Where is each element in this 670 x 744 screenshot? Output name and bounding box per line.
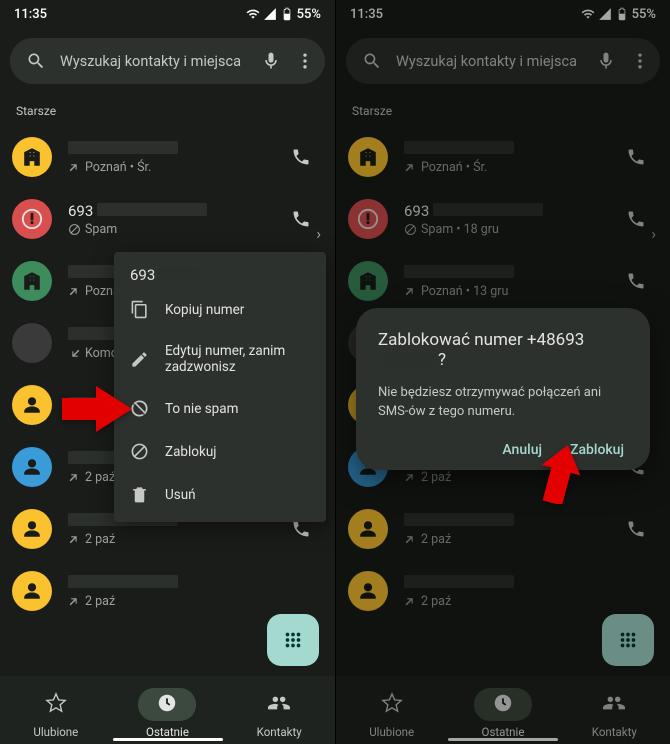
avatar[interactable] <box>12 447 52 487</box>
avatar[interactable] <box>12 571 52 611</box>
menu-item-notspam[interactable]: To nie spam <box>114 387 326 430</box>
caller-name <box>68 574 283 592</box>
phone-screen-left: 11:35 55% Wyszukaj kontakty i miejsca St… <box>0 0 335 744</box>
menu-item-edit[interactable]: Edytuj numer, zanim zadzwonisz <box>114 331 326 387</box>
outgoing-icon <box>68 595 81 608</box>
avatar[interactable] <box>12 323 52 363</box>
outgoing-icon <box>68 533 81 546</box>
avatar-icon <box>21 456 43 478</box>
call-row[interactable]: 2 paź <box>0 560 335 622</box>
avatar-icon <box>21 270 43 292</box>
outgoing-icon <box>68 161 81 174</box>
call-row[interactable]: 693 Spam› <box>0 188 335 250</box>
call-button[interactable]: › <box>283 209 319 229</box>
block-icon <box>68 223 81 236</box>
block-dialog: Zablokować numer +48693? Nie będziesz ot… <box>356 308 650 470</box>
call-button[interactable] <box>283 519 319 539</box>
incoming-icon <box>68 347 81 360</box>
clock-icon <box>156 692 178 714</box>
phone-screen-right: 11:35 55% Wyszukaj kontakty i miejsca St… <box>335 0 670 744</box>
row-text: Poznań • Śr. <box>68 140 283 175</box>
caller-subtext: Poznań • Śr. <box>68 160 283 175</box>
phone-icon <box>291 519 311 539</box>
search-bar[interactable]: Wyszukaj kontakty i miejsca <box>10 38 325 84</box>
caller-subtext: 2 paź <box>68 594 283 609</box>
contacts-icon <box>268 692 290 714</box>
avatar[interactable] <box>12 385 52 425</box>
menu-item-label: Usuń <box>165 487 196 503</box>
notspam-icon <box>130 399 149 418</box>
avatar-icon <box>21 518 43 540</box>
call-row[interactable]: Poznań • Śr. <box>0 126 335 188</box>
copy-icon <box>130 300 149 319</box>
gesture-bar <box>113 738 223 741</box>
clock: 11:35 <box>14 7 47 22</box>
outgoing-icon <box>68 471 81 484</box>
dialog-message: Nie będziesz otrzymywać połączeń ani SMS… <box>378 384 628 422</box>
dialog-title: Zablokować numer +48693? <box>378 330 628 370</box>
outgoing-icon <box>68 285 81 298</box>
redacted <box>68 141 178 154</box>
annotation-arrow <box>62 386 132 432</box>
row-text: 2 paź <box>68 574 283 609</box>
avatar-icon <box>21 394 43 416</box>
menu-item-label: Edytuj numer, zanim zadzwonisz <box>165 343 310 375</box>
nav-favorites[interactable]: Ulubione <box>27 688 85 739</box>
dialpad-fab[interactable] <box>267 614 319 666</box>
redacted <box>159 268 199 280</box>
redacted <box>382 354 434 368</box>
redacted <box>97 203 207 216</box>
status-icons: 55% <box>246 7 321 22</box>
signal-icon <box>263 7 277 21</box>
section-header: Starsze <box>0 90 335 126</box>
avatar[interactable] <box>12 261 52 301</box>
avatar[interactable] <box>12 509 52 549</box>
status-bar: 11:35 55% <box>0 0 335 28</box>
caller-subtext: 2 paź <box>68 532 283 547</box>
row-text: 693 Spam <box>68 202 283 237</box>
caller-subtext: Spam <box>68 222 283 237</box>
menu-item-label: Kopiuj numer <box>165 302 244 318</box>
avatar-icon <box>21 146 43 168</box>
menu-item-trash[interactable]: Usuń <box>114 473 326 516</box>
dialpad-icon <box>282 629 304 651</box>
search-placeholder: Wyszukaj kontakty i miejsca <box>60 53 247 70</box>
caller-name: 693 <box>68 202 283 220</box>
context-menu-title: 693 <box>130 266 155 284</box>
avatar-icon <box>21 580 43 602</box>
block-icon <box>130 442 149 461</box>
battery-icon <box>280 7 294 21</box>
redacted <box>68 575 178 588</box>
more-icon[interactable] <box>295 51 315 71</box>
search-icon <box>26 51 46 71</box>
nav-recents[interactable]: Ostatnie <box>138 688 196 739</box>
phone-icon <box>291 209 311 229</box>
trash-icon <box>130 485 149 504</box>
menu-item-copy[interactable]: Kopiuj numer <box>114 288 326 331</box>
call-button[interactable] <box>283 147 319 167</box>
avatar[interactable] <box>12 199 52 239</box>
context-menu: 693 Kopiuj numer Edytuj numer, zanim zadz… <box>114 252 326 522</box>
wifi-icon <box>246 7 260 21</box>
avatar-icon <box>21 208 43 230</box>
nav-contacts[interactable]: Kontakty <box>250 688 308 739</box>
avatar[interactable] <box>12 137 52 177</box>
menu-item-block[interactable]: Zablokuj <box>114 430 326 473</box>
menu-item-label: To nie spam <box>165 401 238 417</box>
mic-icon[interactable] <box>261 51 281 71</box>
edit-icon <box>130 350 149 369</box>
star-icon <box>45 692 67 714</box>
battery-percent: 55% <box>297 7 321 22</box>
bottom-nav: Ulubione Ostatnie Kontakty <box>0 676 335 744</box>
menu-item-label: Zablokuj <box>165 444 217 460</box>
caller-name <box>68 140 283 158</box>
phone-icon <box>291 147 311 167</box>
annotation-arrow <box>530 444 590 504</box>
